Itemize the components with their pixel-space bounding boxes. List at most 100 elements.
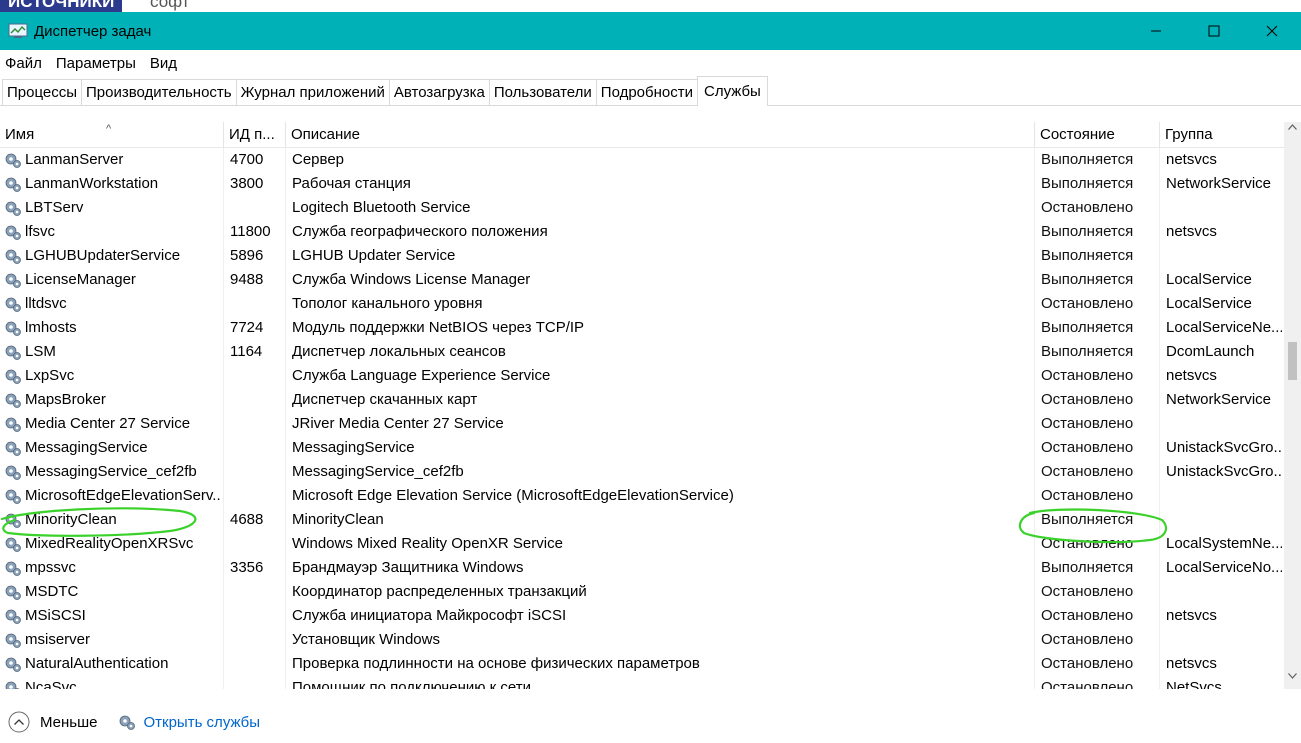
service-name: MinorityClean — [25, 511, 117, 528]
table-row[interactable]: LanmanServer 4700 Сервер Выполняется netsvcs — [0, 148, 1301, 172]
table-row[interactable]: NaturalAuthentication Проверка подлинност… — [0, 652, 1301, 676]
scroll-up-button[interactable] — [1284, 124, 1301, 138]
service-description: Microsoft Edge Elevation Service (Micros… — [292, 487, 734, 504]
service-description: MessagingService_cef2fb — [292, 463, 464, 480]
column-header-name[interactable]: Имя ^ — [0, 122, 223, 148]
column-header-pid[interactable]: ИД п... — [223, 122, 285, 148]
service-gear-icon — [3, 246, 23, 266]
tab-users[interactable]: Пользователи — [488, 79, 597, 105]
maximize-button[interactable] — [1185, 12, 1243, 50]
service-status: Остановлено — [1041, 199, 1134, 216]
service-name-cell: LanmanWorkstation — [3, 172, 221, 196]
service-name-cell: NcaSvc — [3, 676, 221, 689]
service-gear-icon — [3, 654, 23, 674]
service-name: LGHUBUpdaterService — [25, 247, 181, 264]
service-name: MSDTC — [25, 583, 79, 600]
background-strip-right: софт — [150, 0, 190, 11]
tab-services[interactable]: Службы — [696, 76, 768, 106]
table-row[interactable]: LxpSvc Служба Language Experience Service… — [0, 364, 1301, 388]
service-status: Остановлено — [1041, 463, 1134, 480]
table-row[interactable]: LicenseManager 9488 Служба Windows License… — [0, 268, 1301, 292]
table-row[interactable]: MSDTC Координатор распределенных транзакц… — [0, 580, 1301, 604]
service-gear-icon — [3, 150, 23, 170]
table-row[interactable]: lfsvc 11800 Служба географического положен… — [0, 220, 1301, 244]
service-group: netsvcs — [1166, 223, 1217, 240]
service-name: lfsvc — [25, 223, 55, 240]
scroll-up-icon — [1288, 124, 1297, 130]
tab-app-history[interactable]: Журнал приложений — [235, 79, 390, 105]
tab-details[interactable]: Подробности — [595, 79, 698, 105]
table-row[interactable]: NcaSvc Помощник по подключению к сети Оста… — [0, 676, 1301, 689]
service-status: Выполняется — [1041, 247, 1134, 264]
table-row[interactable]: msiserver Установщик Windows Остановлено — [0, 628, 1301, 652]
table-row[interactable]: LBTServ Logitech Bluetooth Service Останов… — [0, 196, 1301, 220]
service-group — [1166, 580, 1282, 604]
scroll-down-button[interactable] — [1284, 673, 1301, 687]
table-row[interactable]: MixedRealityOpenXRSvc Windows Mixed Reali… — [0, 532, 1301, 556]
service-group — [1166, 412, 1282, 436]
service-gear-icon — [3, 606, 23, 626]
table-row[interactable]: Media Center 27 Service JRiver Media Cent… — [0, 412, 1301, 436]
window-title: Диспетчер задач — [34, 22, 152, 40]
service-name: LxpSvc — [25, 367, 75, 384]
table-row[interactable]: lmhosts 7724 Модуль поддержки NetBIOS чере… — [0, 316, 1301, 340]
service-group: UnistackSvcGro... — [1166, 463, 1282, 480]
service-group — [1166, 196, 1282, 220]
service-name: MSiSCSI — [25, 607, 86, 624]
menu-file[interactable]: Файл — [5, 55, 42, 72]
vertical-scrollbar[interactable] — [1284, 122, 1301, 689]
service-name-cell: MapsBroker — [3, 388, 221, 412]
service-gear-icon — [3, 438, 23, 458]
tab-startup[interactable]: Автозагрузка — [388, 79, 490, 105]
table-row[interactable]: MicrosoftEdgeElevationServ... Microsoft E… — [0, 484, 1301, 508]
column-header-description[interactable]: Описание — [285, 122, 1034, 148]
open-services-link[interactable]: Открыть службы — [117, 712, 260, 732]
tab-processes[interactable]: Процессы — [2, 79, 83, 105]
table-row[interactable]: MessagingService_cef2fb MessagingService_… — [0, 460, 1301, 484]
service-status: Выполняется — [1041, 511, 1134, 528]
menu-view[interactable]: Вид — [150, 55, 177, 72]
table-row[interactable]: mpssvc 3356 Брандмауэр Защитника Windows Вы… — [0, 556, 1301, 580]
service-description: Диспетчер скачанных карт — [292, 391, 478, 408]
service-description: Служба инициатора Майкрософт iSCSI — [292, 607, 567, 624]
table-row[interactable]: MSiSCSI Служба инициатора Майкрософт iSCS… — [0, 604, 1301, 628]
service-description: Модуль поддержки NetBIOS через TCP/IP — [292, 319, 585, 336]
service-gear-icon — [3, 678, 23, 689]
service-pid — [230, 388, 285, 412]
table-row[interactable]: MinorityClean 4688 MinorityClean Выполняетс… — [0, 508, 1301, 532]
service-name-cell: LSM — [3, 340, 221, 364]
title-bar[interactable]: Диспетчер задач — [0, 12, 1301, 50]
table-row[interactable]: MapsBroker Диспетчер скачанных карт Остано… — [0, 388, 1301, 412]
service-name: LicenseManager — [25, 271, 136, 288]
service-pid — [230, 364, 285, 388]
service-gear-icon — [3, 582, 23, 602]
tab-performance[interactable]: Производительность — [81, 79, 237, 105]
close-button[interactable] — [1243, 12, 1301, 50]
scroll-thumb[interactable] — [1288, 342, 1297, 380]
service-gear-icon — [3, 390, 23, 410]
fewer-details-button[interactable]: Меньше — [8, 711, 97, 733]
table-row[interactable]: MessagingService MessagingService Остановл… — [0, 436, 1301, 460]
service-name-cell: LanmanServer — [3, 148, 221, 172]
column-header-status[interactable]: Состояние — [1034, 122, 1159, 148]
menu-options[interactable]: Параметры — [56, 55, 136, 72]
service-name: lltdsvc — [25, 295, 67, 312]
table-row[interactable]: LanmanWorkstation 3800 Рабочая станция Выпо… — [0, 172, 1301, 196]
menu-bar: Файл Параметры Вид — [0, 50, 1301, 76]
service-name-cell: LGHUBUpdaterService — [3, 244, 221, 268]
service-description: Проверка подлинности на основе физически… — [292, 655, 700, 672]
open-services-label: Открыть службы — [143, 713, 261, 731]
column-header-group[interactable]: Группа — [1159, 122, 1284, 148]
service-name-cell: lmhosts — [3, 316, 221, 340]
service-pid — [230, 604, 285, 628]
maximize-icon — [1208, 25, 1220, 37]
table-row[interactable]: LGHUBUpdaterService 5896 LGHUB Updater Ser… — [0, 244, 1301, 268]
service-status: Выполняется — [1041, 271, 1134, 288]
table-row[interactable]: LSM 1164 Диспетчер локальных сеансов Выполн… — [0, 340, 1301, 364]
table-row[interactable]: lltdsvc Тополог канального уровня Остановл… — [0, 292, 1301, 316]
service-name-cell: Media Center 27 Service — [3, 412, 221, 436]
service-description: Рабочая станция — [292, 175, 411, 192]
service-pid: 5896 — [230, 247, 264, 264]
service-status: Выполняется — [1041, 175, 1134, 192]
minimize-button[interactable] — [1127, 12, 1185, 50]
